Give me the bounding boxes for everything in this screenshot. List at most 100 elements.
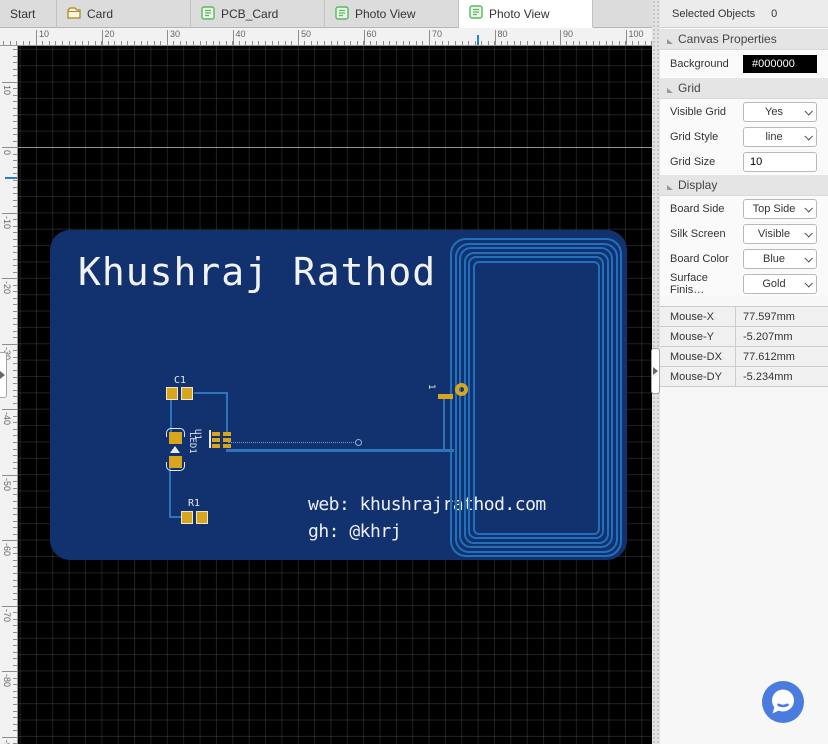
visible-grid-select[interactable]: Yes — [743, 101, 817, 122]
board-color-select[interactable]: Blue — [743, 248, 817, 269]
pad-c1-2 — [181, 387, 193, 400]
ruler-tick-label: 90 — [563, 29, 574, 39]
ruler-minor-tick — [13, 383, 17, 385]
field-grid-style: Grid Style line — [660, 124, 828, 149]
pad-u1 — [223, 438, 231, 442]
section-canvas-properties[interactable]: Canvas Properties — [660, 28, 828, 50]
ruler-minor-tick — [186, 41, 188, 45]
trace — [169, 466, 171, 518]
ruler-minor-tick — [422, 41, 424, 45]
ruler-minor-tick — [13, 573, 17, 574]
grid-size-input[interactable] — [743, 151, 817, 172]
ruler-minor-tick — [13, 114, 17, 116]
ruler-minor-tick — [13, 127, 17, 129]
collapse-triangle-icon — [667, 180, 673, 190]
silk-screen-select[interactable]: Visible — [743, 223, 817, 244]
ruler-minor-tick — [13, 252, 17, 254]
ruler-minor-tick — [13, 723, 17, 725]
trace — [194, 392, 228, 394]
section-display[interactable]: Display — [660, 174, 828, 196]
ruler-major-tick — [625, 30, 627, 45]
surface-finish-select[interactable]: Gold — [743, 273, 817, 294]
ruler-minor-tick — [13, 55, 17, 57]
section-title: Display — [678, 178, 718, 192]
ruler-minor-tick — [219, 41, 221, 45]
ruler-minor-tick — [114, 41, 116, 45]
tab-start[interactable]: Start — [0, 0, 57, 28]
ruler-minor-tick — [402, 41, 404, 45]
pcb-photo-view-canvas[interactable]: Khushraj Rathod web: khushrajrathod.com … — [18, 46, 652, 744]
ruler-minor-tick — [81, 41, 83, 45]
ruler-minor-tick — [461, 41, 463, 45]
ruler-minor-tick — [13, 500, 17, 502]
ruler-minor-tick — [468, 41, 470, 45]
ruler-minor-tick — [13, 389, 17, 391]
grid-axis-line — [18, 147, 652, 148]
select-value: Visible — [757, 227, 791, 240]
pcb-board: Khushraj Rathod web: khushrajrathod.com … — [50, 230, 627, 560]
grid-style-select[interactable]: line — [743, 126, 817, 147]
tab-photo-view-1[interactable]: Photo View — [325, 0, 459, 28]
row-label: Mouse-DX — [660, 347, 736, 366]
ruler-minor-tick — [13, 546, 17, 548]
ruler-minor-tick — [225, 41, 227, 45]
ruler-minor-tick — [13, 428, 17, 430]
field-board-color: Board Color Blue — [660, 246, 828, 271]
ruler-major-tick — [2, 474, 17, 476]
ruler-minor-tick — [212, 41, 214, 45]
tab-card[interactable]: Card — [57, 0, 191, 28]
row-label: Mouse-X — [660, 307, 736, 326]
silk-ref-r1: R1 — [188, 498, 201, 509]
background-color-value: #000000 — [752, 57, 795, 70]
selected-objects-count: 0 — [771, 7, 778, 20]
ruler-minor-tick — [13, 94, 17, 96]
left-panel-handle[interactable] — [0, 352, 7, 398]
folder-icon — [67, 6, 81, 22]
ruler-minor-tick — [88, 41, 90, 45]
table-row: Mouse-DX 77.612mm — [660, 347, 828, 367]
section-grid[interactable]: Grid — [660, 77, 828, 99]
ruler-minor-tick — [13, 271, 17, 273]
ruler-major-tick — [2, 81, 17, 83]
ruler-cursor-y — [5, 177, 17, 179]
field-label: Silk Screen — [670, 227, 726, 240]
ruler-minor-tick — [605, 41, 607, 45]
ruler-minor-tick — [415, 41, 417, 45]
ruler-major-tick — [2, 671, 17, 672]
ruler-minor-tick — [13, 376, 17, 378]
silk-ref-pin1: 1 — [426, 384, 436, 390]
ruler-minor-tick — [22, 41, 24, 45]
ruler-minor-tick — [13, 638, 17, 640]
chip-silk-outline — [209, 430, 211, 448]
ruler-minor-tick — [258, 41, 260, 45]
section-title: Canvas Properties — [678, 32, 777, 46]
background-color-swatch[interactable]: #000000 — [743, 54, 817, 73]
ruler-minor-tick — [13, 330, 17, 332]
canvas-area: 10 20 30 40 50 60 70 80 90 100 10 0 -10 -20 -30 -40 -50… — [0, 28, 652, 744]
via — [455, 383, 468, 396]
ruler-minor-tick — [29, 41, 31, 45]
ruler-minor-tick — [376, 41, 378, 45]
tab-pcb-card[interactable]: PCB_Card — [191, 0, 325, 28]
ruler-minor-tick — [638, 41, 640, 45]
chat-support-button[interactable] — [761, 680, 805, 724]
field-label: Board Color — [670, 252, 729, 265]
tab-photo-view-2-active[interactable]: Photo View — [459, 0, 593, 28]
select-value: line — [765, 130, 783, 143]
chevron-down-icon — [804, 203, 813, 213]
ruler-tick-label: 60 — [366, 29, 377, 39]
ruler-minor-tick — [13, 553, 17, 555]
ruler-minor-tick — [500, 41, 502, 45]
pad-r1-1 — [181, 511, 193, 524]
ruler-major-tick — [298, 30, 299, 45]
ruler-minor-tick — [271, 41, 273, 45]
coil-turn — [472, 260, 600, 535]
mouse-position-table: Mouse-X 77.597mm Mouse-Y -5.207mm Mouse-… — [660, 306, 828, 387]
ruler-minor-tick — [487, 41, 489, 45]
pad-u1 — [223, 432, 231, 436]
board-side-select[interactable]: Top Side — [743, 198, 817, 219]
ruler-minor-tick — [13, 625, 17, 627]
ruler-minor-tick — [13, 704, 17, 705]
ruler-minor-tick — [75, 41, 77, 45]
panel-collapse-handle[interactable] — [651, 348, 660, 394]
